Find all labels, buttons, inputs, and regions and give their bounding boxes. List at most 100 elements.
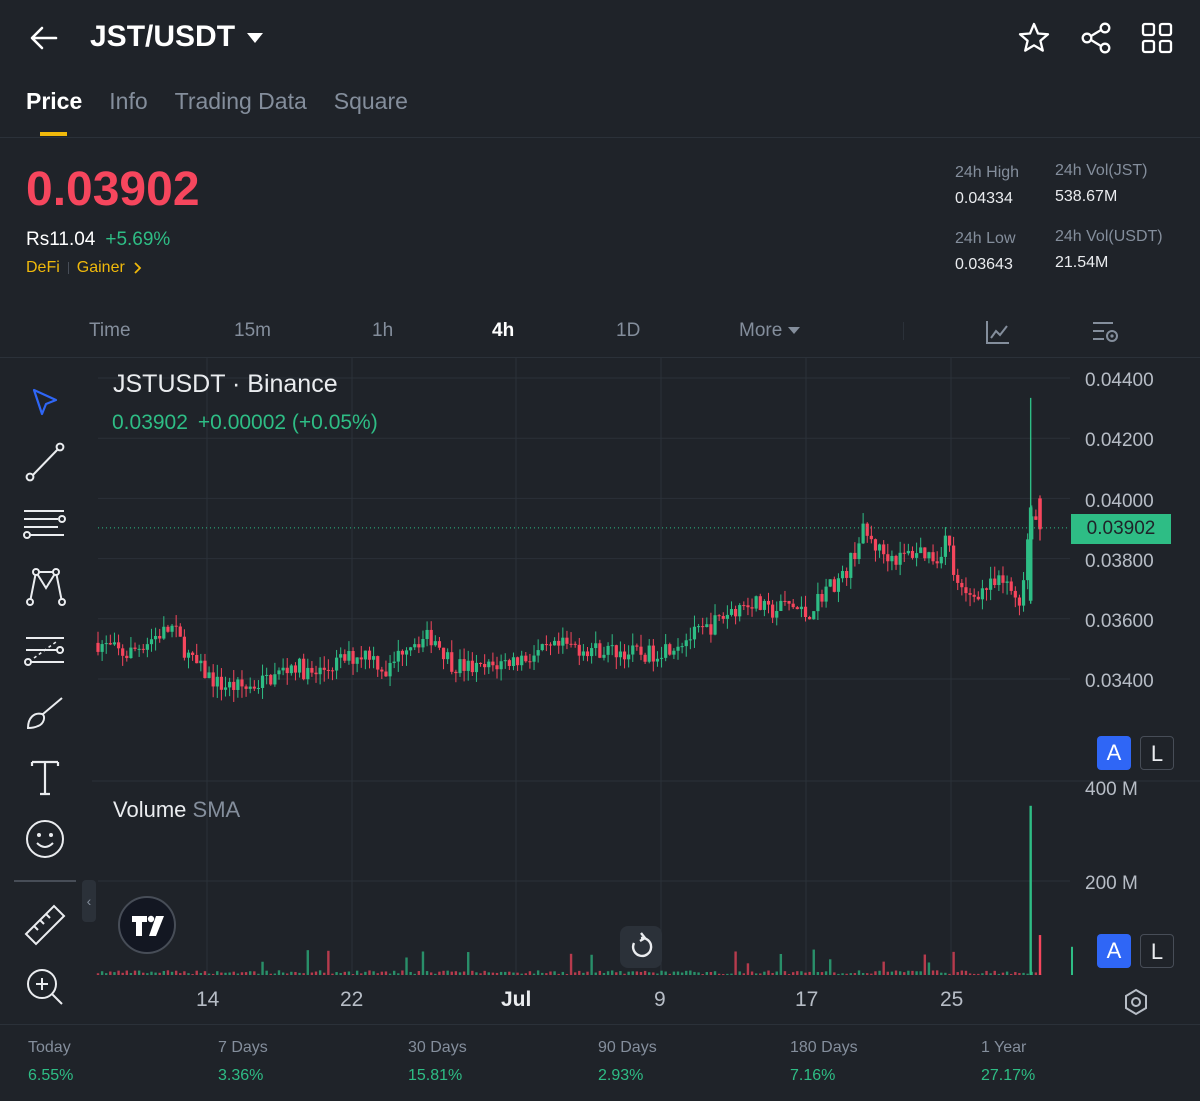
chart-settings-icon[interactable] <box>1091 318 1121 346</box>
volume-bar <box>191 974 194 975</box>
interval-more[interactable]: More <box>739 320 801 342</box>
volume-bar <box>265 970 268 975</box>
share-icon[interactable] <box>1078 20 1114 56</box>
chart-legend-values: 0.03902 +0.00002 (+0.05%) <box>112 411 378 435</box>
grid-icon[interactable] <box>1139 20 1175 56</box>
volume-bar <box>475 972 478 975</box>
candle-body <box>236 679 240 690</box>
interval-1d[interactable]: 1D <box>616 320 640 342</box>
candle-body <box>137 648 141 650</box>
perf-180-days: 180 Days 7.16% <box>790 1039 858 1084</box>
candle-body <box>914 553 919 558</box>
volume-bar <box>1038 935 1042 975</box>
candle-body <box>931 552 935 562</box>
chart-area[interactable]: 0.04400 0.04200 0.04000 0.03800 0.03600 0.034… <box>0 358 1200 1024</box>
auto-scale-button[interactable]: A <box>1097 736 1131 770</box>
collapse-toolbar-button[interactable]: ‹ <box>82 880 96 922</box>
volume-bar <box>573 972 577 975</box>
volume-bar <box>931 970 935 975</box>
tag-gainer[interactable]: Gainer <box>77 259 125 277</box>
tab-info[interactable]: Info <box>109 88 147 115</box>
volume-bar <box>656 973 659 975</box>
volume-auto-scale-button[interactable]: A <box>1097 934 1131 968</box>
tradingview-logo[interactable] <box>118 896 176 954</box>
volume-bar <box>113 972 116 975</box>
candle-body <box>997 575 1001 586</box>
chart-settings-gear-icon[interactable] <box>1121 987 1151 1017</box>
page-tabs: Price Info Trading Data Square <box>26 88 408 136</box>
candle-body <box>96 642 100 652</box>
candle-body <box>392 661 396 663</box>
ruler-icon[interactable] <box>22 900 68 946</box>
volume-bar <box>1005 971 1009 975</box>
volume-bar <box>989 973 992 975</box>
volume-bar <box>479 973 482 975</box>
candle-body <box>635 645 639 647</box>
volume-bar <box>635 971 639 975</box>
interval-4h[interactable]: 4h <box>492 320 514 342</box>
candle-body <box>334 657 339 671</box>
candle-body <box>581 651 585 656</box>
candle-body <box>840 570 845 579</box>
interval-15m[interactable]: 15m <box>234 320 271 342</box>
text-tool-icon[interactable] <box>22 754 68 800</box>
volume-bar <box>775 971 778 975</box>
volume-bar <box>129 973 133 975</box>
brush-icon[interactable] <box>22 690 68 736</box>
volume-bar <box>117 970 120 975</box>
volume-bar <box>940 972 943 975</box>
reset-chart-button[interactable] <box>620 926 662 968</box>
pair-selector[interactable]: JST/USDT <box>90 20 264 54</box>
x-axis-label: 9 <box>654 988 666 1011</box>
back-arrow-icon[interactable] <box>26 20 62 56</box>
volume-bar <box>286 973 289 975</box>
volume-sma-label: SMA <box>192 797 241 822</box>
candle-body <box>816 593 820 612</box>
interval-time[interactable]: Time <box>89 320 131 342</box>
candlestick-chart[interactable]: 0.04400 0.04200 0.04000 0.03800 0.03600 0.034… <box>0 358 1200 1024</box>
candle-body <box>861 523 865 544</box>
volume-bar <box>96 973 100 975</box>
volume-axis-label: 200 M <box>1085 873 1138 894</box>
tab-price[interactable]: Price <box>26 88 82 136</box>
star-icon[interactable] <box>1016 20 1052 56</box>
candle-body <box>655 658 660 662</box>
candle-body <box>191 652 195 655</box>
candle-body <box>750 607 754 609</box>
candle-body <box>524 655 528 662</box>
candle-body <box>869 535 873 540</box>
candle-body <box>594 643 598 649</box>
log-scale-button[interactable]: L <box>1140 736 1174 770</box>
volume-bar <box>717 973 721 975</box>
candle-body <box>956 574 960 583</box>
tag-defi[interactable]: DeFi <box>26 259 60 277</box>
candle-body <box>174 625 178 627</box>
trend-line-icon[interactable] <box>22 438 68 484</box>
volume-bar <box>228 972 231 975</box>
candle-body <box>886 554 890 562</box>
zoom-in-icon[interactable] <box>22 964 68 1010</box>
candle-body <box>330 670 335 672</box>
volume-bar <box>594 972 597 975</box>
emoji-icon[interactable] <box>22 816 68 862</box>
volume-bar <box>290 971 293 975</box>
volume-log-scale-button[interactable]: L <box>1140 934 1174 968</box>
indicator-chart-icon[interactable] <box>984 318 1012 346</box>
volume-bar <box>631 971 634 975</box>
candle-body <box>293 665 298 673</box>
tab-trading-data[interactable]: Trading Data <box>175 88 307 115</box>
volume-bar <box>467 952 470 975</box>
tab-square[interactable]: Square <box>334 88 408 115</box>
interval-1h[interactable]: 1h <box>372 320 393 342</box>
volume-bar <box>425 971 429 975</box>
candle-body <box>244 686 248 689</box>
volume-bar <box>438 971 441 975</box>
volume-bar <box>927 962 931 975</box>
parallel-lines-icon[interactable] <box>22 500 68 546</box>
pattern-tool-icon[interactable] <box>22 562 68 608</box>
fib-retracement-icon[interactable] <box>22 628 68 674</box>
volume-bar <box>578 970 581 975</box>
candle-body <box>219 676 224 690</box>
volume-bar <box>397 973 400 975</box>
cursor-icon[interactable] <box>22 380 68 426</box>
